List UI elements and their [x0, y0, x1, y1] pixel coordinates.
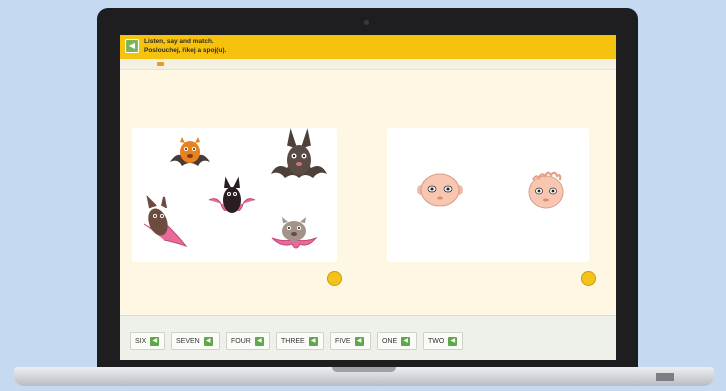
bat-black-pink — [208, 176, 256, 213]
baby-face-curly — [528, 171, 564, 209]
instruction-header: ◀ Listen, say and match. Poslouchej, řík… — [120, 35, 616, 59]
word-card-bar: SIX ◀ SEVEN ◀ FOUR ◀ THREE ◀ FIVE ◀ ONE … — [120, 315, 616, 360]
word-card-three[interactable]: THREE ◀ — [276, 332, 324, 350]
word-card-one[interactable]: ONE ◀ — [377, 332, 417, 350]
app-screen: ◀ Listen, say and match. Poslouchej, řík… — [120, 35, 616, 360]
word-label: FIVE — [335, 337, 351, 345]
instruction-english: Listen, say and match. — [144, 38, 214, 45]
speaker-icon[interactable]: ◀ — [401, 336, 411, 346]
bat-brown-large — [271, 128, 327, 178]
word-label: SIX — [135, 337, 147, 345]
bat-orange — [170, 137, 210, 166]
speaker-icon[interactable]: ◀ — [203, 336, 213, 346]
speaker-icon[interactable]: ◀ — [354, 336, 364, 346]
laptop-lid: ◀ Listen, say and match. Poslouchej, řík… — [97, 8, 638, 370]
laptop-base — [14, 367, 714, 386]
webcam — [364, 20, 369, 25]
drop-target-left[interactable] — [327, 271, 342, 286]
baby-faces-picture-panel — [387, 128, 589, 262]
drop-target-right[interactable] — [581, 271, 596, 286]
bat-grey-pink — [271, 217, 318, 249]
word-card-four[interactable]: FOUR ◀ — [226, 332, 270, 350]
speaker-icon[interactable]: ◀ — [448, 336, 458, 346]
word-label: SEVEN — [176, 337, 200, 345]
laptop-notch — [332, 367, 396, 372]
back-arrow-icon[interactable]: ◀ — [125, 39, 139, 53]
progress-marker — [157, 62, 164, 66]
bats-picture-panel — [132, 128, 337, 262]
baby-face-bald — [417, 173, 463, 207]
word-label: THREE — [281, 337, 305, 345]
speaker-icon[interactable]: ◀ — [308, 336, 318, 346]
word-card-six[interactable]: SIX ◀ — [130, 332, 165, 350]
word-label: ONE — [382, 337, 398, 345]
word-label: TWO — [428, 337, 445, 345]
word-card-two[interactable]: TWO ◀ — [423, 332, 463, 350]
bat-brown-pink — [143, 194, 188, 248]
word-card-seven[interactable]: SEVEN ◀ — [171, 332, 220, 350]
progress-bar — [120, 59, 616, 70]
speaker-icon[interactable]: ◀ — [150, 336, 160, 346]
instruction-czech: Poslouchej, říkej a spoj(u). — [144, 47, 227, 54]
word-label: FOUR — [231, 337, 251, 345]
speaker-icon[interactable]: ◀ — [254, 336, 264, 346]
word-card-five[interactable]: FIVE ◀ — [330, 332, 371, 350]
laptop-corner-mark — [656, 373, 674, 381]
